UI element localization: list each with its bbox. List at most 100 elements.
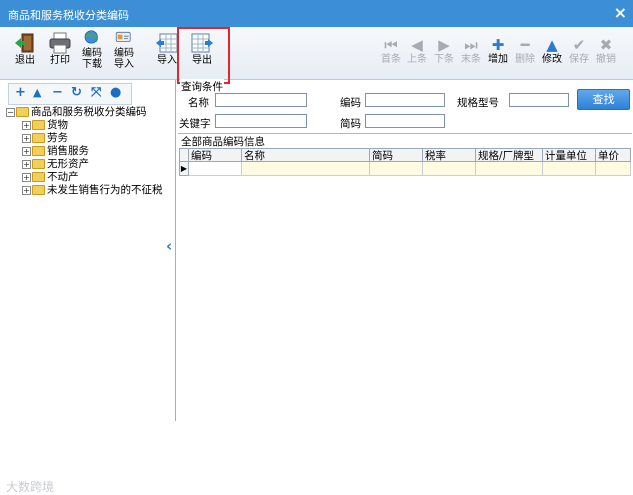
short-code-label: 简码	[340, 118, 361, 130]
exit-button[interactable]: 退出	[10, 29, 40, 77]
delete-button[interactable]: ━ 删除	[512, 37, 538, 65]
collapse-pane-icon[interactable]: ‹	[166, 237, 172, 255]
tree-node-label: 货物	[47, 119, 68, 131]
tree-node-label: 销售服务	[47, 145, 89, 157]
code-import-label-2: 导入	[114, 59, 134, 70]
last-record-button[interactable]: ⏭ 末条	[458, 37, 484, 65]
expand-toggle-icon[interactable]: +	[22, 159, 31, 169]
toolbar: 退出 打印 编码 下载 编码 导入 导入 导出 ⏮ 首条 ◀ 上条 ▶ 下条 ⏭…	[0, 27, 633, 80]
tree-node-label: 劳务	[47, 132, 68, 144]
x-icon: ✖	[599, 36, 613, 54]
print-button[interactable]: 打印	[45, 29, 75, 77]
close-button[interactable]: ×	[614, 3, 627, 22]
spec-label: 规格型号	[457, 97, 499, 109]
plus-icon: ✚	[491, 36, 505, 54]
tree-target-icon[interactable]: ●	[110, 86, 121, 100]
code-import-button[interactable]: 编码 导入	[109, 29, 139, 77]
tree-refresh-icon[interactable]: ↻	[71, 86, 82, 100]
edit-icon: ▲	[546, 36, 558, 54]
first-record-icon: ⏮	[384, 36, 398, 54]
tree-node-services[interactable]: + 销售服务	[6, 145, 174, 158]
tree-node-label: 未发生销售行为的不征税	[47, 184, 163, 196]
tree-node-goods[interactable]: + 货物	[6, 119, 174, 132]
tree-node-label: 商品和服务税收分类编码	[31, 106, 147, 118]
column-header-name[interactable]: 名称	[242, 148, 370, 162]
table-cell[interactable]	[370, 162, 423, 176]
code-label: 编码	[340, 97, 361, 109]
folder-open-icon	[16, 107, 29, 117]
tree-node-labor[interactable]: + 劳务	[6, 132, 174, 145]
results-group: 全部商品编码信息	[178, 133, 632, 422]
expand-toggle-icon[interactable]: +	[22, 185, 31, 195]
window-title: 商品和服务税收分类编码	[8, 9, 129, 22]
add-button[interactable]: ✚ 增加	[485, 37, 511, 65]
search-button[interactable]: 查找	[577, 89, 630, 110]
expand-toggle-icon[interactable]: +	[22, 146, 31, 156]
card-import-icon	[115, 31, 131, 42]
column-header-short-code[interactable]: 简码	[370, 148, 423, 162]
globe-download-icon	[84, 30, 99, 44]
folder-icon	[32, 133, 45, 143]
column-header-unit[interactable]: 计量单位	[543, 148, 596, 162]
results-caption: 全部商品编码信息	[180, 134, 266, 149]
short-code-input[interactable]	[365, 114, 445, 128]
folder-icon	[32, 159, 45, 169]
expand-toggle-icon[interactable]: +	[22, 120, 31, 130]
column-header-tax-rate[interactable]: 税率	[423, 148, 476, 162]
collapse-toggle-icon[interactable]: −	[6, 107, 15, 117]
code-download-label-2: 下载	[82, 59, 102, 70]
code-import-label-1: 编码	[114, 48, 134, 59]
next-record-icon: ▶	[438, 36, 450, 54]
expand-toggle-icon[interactable]: +	[22, 133, 31, 143]
edit-label: 修改	[542, 54, 562, 65]
code-download-button[interactable]: 编码 下载	[77, 29, 107, 77]
tree-node-label: 不动产	[47, 171, 79, 183]
add-label: 增加	[488, 54, 508, 65]
table-cell[interactable]	[596, 162, 631, 176]
tree-node-intangible[interactable]: + 无形资产	[6, 158, 174, 171]
tree-node-root[interactable]: − 商品和服务税收分类编码	[6, 106, 174, 119]
first-record-button[interactable]: ⏮ 首条	[378, 37, 404, 65]
undo-button[interactable]: ✖ 撤销	[593, 37, 619, 65]
tree-toolbar: + ▲ − ↻ ⤧ ●	[8, 83, 132, 105]
row-indicator: ▶	[179, 162, 189, 176]
column-header-price[interactable]: 单价	[596, 148, 631, 162]
keyword-input[interactable]	[215, 114, 307, 128]
first-record-label: 首条	[381, 54, 401, 65]
next-record-label: 下条	[434, 54, 454, 65]
printer-icon	[49, 32, 71, 54]
tree-remove-icon[interactable]: −	[52, 86, 63, 100]
table-import-icon	[156, 33, 178, 53]
previous-record-icon: ◀	[411, 36, 423, 54]
expand-toggle-icon[interactable]: +	[22, 172, 31, 182]
tree-expand-icon[interactable]: ⤧	[91, 86, 101, 100]
column-header-code[interactable]: 编码	[189, 148, 242, 162]
tree-node-non-taxable[interactable]: + 未发生销售行为的不征税	[6, 184, 174, 197]
grid-corner	[179, 148, 189, 162]
column-header-spec[interactable]: 规格/厂牌型号	[476, 148, 543, 176]
name-input[interactable]	[215, 93, 307, 107]
save-button[interactable]: ✔ 保存	[566, 37, 592, 65]
tree-node-real-estate[interactable]: + 不动产	[6, 171, 174, 184]
delete-label: 删除	[515, 54, 535, 65]
exit-label: 退出	[15, 55, 35, 66]
spec-input[interactable]	[509, 93, 569, 107]
minus-icon: ━	[520, 36, 530, 54]
next-record-button[interactable]: ▶ 下条	[431, 37, 457, 65]
previous-record-button[interactable]: ◀ 上条	[404, 37, 430, 65]
table-cell[interactable]	[423, 162, 476, 176]
edit-button[interactable]: ▲ 修改	[539, 37, 565, 65]
tree-add-icon[interactable]: +	[15, 86, 26, 100]
watermark: 大数跨境	[6, 480, 55, 494]
print-label: 打印	[50, 55, 70, 66]
table-cell[interactable]	[242, 162, 370, 176]
previous-record-label: 上条	[407, 54, 427, 65]
code-input[interactable]	[365, 93, 445, 107]
table-cell[interactable]	[189, 162, 242, 176]
table-cell[interactable]	[543, 162, 596, 176]
table-cell[interactable]	[476, 162, 543, 176]
tree-move-up-icon[interactable]: ▲	[33, 86, 41, 100]
category-tree-pane: + ▲ − ↻ ⤧ ● − 商品和服务税收分类编码 + 货物 + 劳务 + 销售服务 +…	[0, 80, 176, 494]
title-bar: 商品和服务税收分类编码 ×	[0, 0, 633, 27]
code-download-label-1: 编码	[82, 48, 102, 59]
